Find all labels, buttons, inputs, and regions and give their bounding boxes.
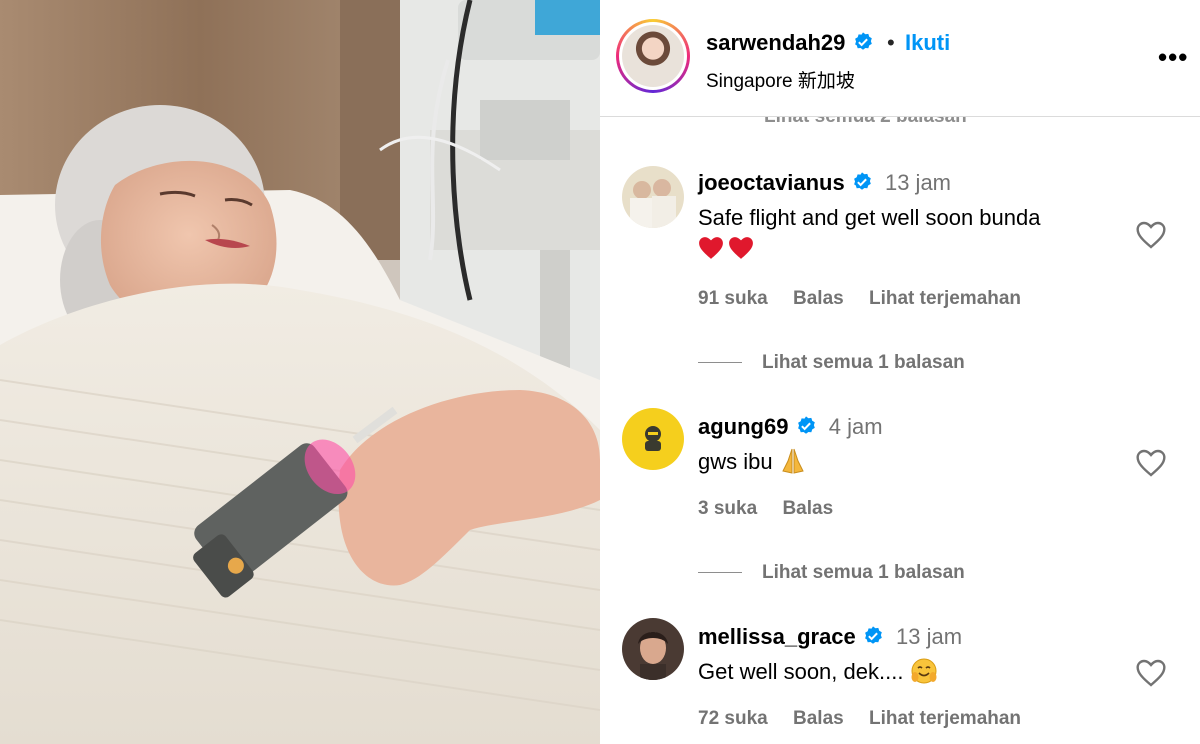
post-photo[interactable] [0,0,600,744]
red-heart-emoji [729,237,753,259]
divider [698,362,742,364]
comment-body: Safe flight and get well soon bunda [698,205,1041,230]
avatar[interactable] [622,618,684,680]
smiling-face-emoji [911,658,937,684]
translate-button[interactable]: Lihat terjemahan [869,288,1021,309]
comments-panel: sarwendah29 • Ikuti Singapore 新加坡 ••• Li… [600,0,1200,744]
comment-time[interactable]: 13 jam [896,624,962,649]
follow-button[interactable]: Ikuti [905,30,950,56]
comment-actions: 91 suka Balas Lihat terjemahan [698,288,1041,310]
red-heart-emoji [699,237,723,259]
comment-time[interactable]: 4 jam [829,414,883,439]
like-count[interactable]: 3 suka [698,498,757,519]
comment-username-row: agung69 4 jam [698,414,883,440]
heart-outline-icon[interactable] [1135,448,1167,478]
heart-outline-icon[interactable] [1135,658,1167,688]
verified-badge-icon [865,626,882,644]
post-location[interactable]: Singapore 新加坡 [706,66,855,93]
reply-button[interactable]: Balas [782,498,833,519]
view-replies-label[interactable]: Lihat semua 1 balasan [762,352,965,373]
comment-actions: 3 suka Balas [698,498,853,520]
comment-text: gws ibu [698,446,1128,477]
divider [698,572,742,574]
avatar[interactable] [622,408,684,470]
comment-text: Get well soon, dek.... [698,656,1128,687]
avatar[interactable] [622,166,684,228]
view-replies-label[interactable]: Lihat semua 1 balasan [762,562,965,583]
comment-actions: 72 suka Balas Lihat terjemahan [698,708,1041,730]
author-username-row[interactable]: sarwendah29 [706,30,874,56]
comment-username-row: mellissa_grace 13 jam [698,624,962,650]
more-options-icon[interactable]: ••• [1158,42,1188,73]
comment-body: gws ibu [698,449,773,474]
like-count[interactable]: 91 suka [698,288,768,309]
praying-hands-emoji [781,448,804,474]
author-username[interactable]: sarwendah29 [706,30,845,55]
heart-outline-icon[interactable] [1135,220,1167,250]
reply-button[interactable]: Balas [793,288,844,309]
like-count[interactable]: 72 suka [698,708,768,729]
view-replies-button[interactable]: Lihat semua 1 balasan [698,562,965,584]
translate-button[interactable]: Lihat terjemahan [869,708,1021,729]
verified-badge-icon [797,416,815,434]
comment-username[interactable]: mellissa_grace [698,624,856,649]
author-avatar[interactable] [616,19,690,93]
verified-badge-icon [853,172,871,190]
comment-username-row: joeoctavianus 13 jam [698,170,951,196]
post-image [0,0,600,744]
view-replies-button[interactable]: Lihat semua 1 balasan [698,352,965,374]
comment-username[interactable]: agung69 [698,414,788,439]
comment-text: Safe flight and get well soon bunda [698,202,1128,264]
comment-body: Get well soon, dek.... [698,659,904,684]
separator-dot: • [887,30,895,55]
reply-button[interactable]: Balas [793,708,844,729]
comment-time[interactable]: 13 jam [885,170,951,195]
post-header: sarwendah29 • Ikuti Singapore 新加坡 ••• [600,0,1200,117]
verified-badge-icon [854,32,872,50]
comment-username[interactable]: joeoctavianus [698,170,845,195]
